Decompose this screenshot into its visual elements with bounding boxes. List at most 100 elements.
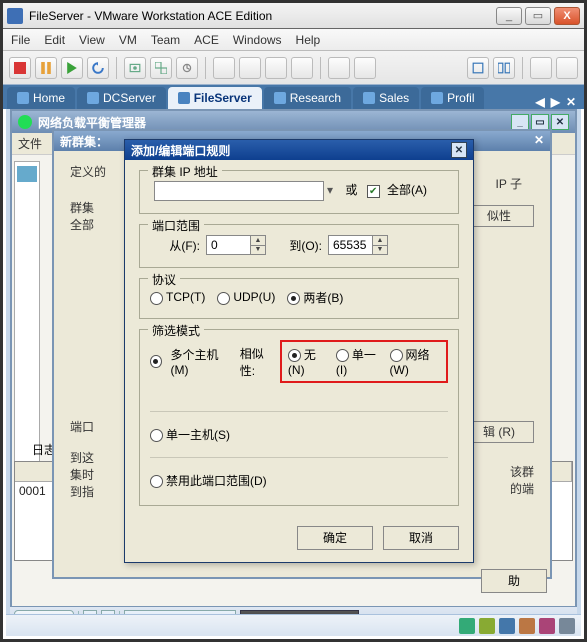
tab-label: Home [33,91,65,105]
affinity-highlight: 无(N) 单一(I) 网络(W) [280,340,448,383]
dropdown-icon[interactable]: ▾ [324,183,336,197]
tb-btn-b[interactable] [239,57,261,79]
cluster-close-icon[interactable]: ✕ [534,133,544,149]
pause-button[interactable] [35,57,57,79]
view-multi-button[interactable] [493,57,515,79]
multi-host-label: 多个主机(M) [171,346,228,377]
disable-range-radio[interactable] [150,475,163,488]
tab-label: Research [290,91,341,105]
play-button[interactable] [61,57,83,79]
snapshot-mgr-button[interactable] [150,57,172,79]
port-dialog-close[interactable]: ✕ [451,142,467,158]
spin-down-icon[interactable]: ▼ [251,246,265,255]
both-radio[interactable] [287,292,300,305]
spin-down-icon[interactable]: ▼ [373,246,387,255]
cluster-similarity-button[interactable]: 似性 [464,205,534,227]
vm-tab-row: Home DCServer FileServer Research Sales … [3,85,584,109]
cluster-right-text2: 的端 [464,480,534,497]
tb-btn-e[interactable] [328,57,350,79]
ok-button[interactable]: 确定 [297,526,373,550]
all-label: 全部(A) [387,183,427,197]
snapshot-button[interactable] [124,57,146,79]
minimize-button[interactable]: _ [496,7,522,25]
tb-btn-a[interactable] [213,57,235,79]
fullscreen-button[interactable] [530,57,552,79]
tb-btn-f[interactable] [354,57,376,79]
vmware-toolbar [3,51,584,85]
tcp-radio[interactable] [150,292,163,305]
status-grab-icon[interactable] [559,618,575,634]
cluster-list-label: 群集 全部 [70,199,126,233]
stop-button[interactable] [9,57,31,79]
tab-fileserver[interactable]: FileServer [168,87,262,109]
to-value: 65535 [329,236,372,254]
menu-vm[interactable]: VM [119,33,137,47]
protocol-legend: 协议 [148,271,180,288]
view-single-button[interactable] [467,57,489,79]
reset-button[interactable] [87,57,109,79]
tb-btn-c[interactable] [265,57,287,79]
menu-windows[interactable]: Windows [233,33,282,47]
menu-team[interactable]: Team [151,33,180,47]
cluster-ip-group: 群集 IP 地址 ▾ 或 ✔ 全部(A) [139,170,459,214]
cluster-ip-legend: 群集 IP 地址 [148,163,222,180]
spin-up-icon[interactable]: ▲ [373,236,387,246]
cluster-ip-field[interactable] [154,181,324,201]
tab-profile[interactable]: Profil [421,87,484,109]
status-cd-icon[interactable] [479,618,495,634]
cluster-title-text: 新群集： [60,133,108,149]
tab-research[interactable]: Research [264,87,351,109]
revert-button[interactable] [176,57,198,79]
affinity-single-radio[interactable] [336,349,349,362]
tab-label: FileServer [194,91,252,105]
to-spinner[interactable]: 65535 ▲▼ [328,235,388,255]
udp-radio[interactable] [217,292,230,305]
from-spinner[interactable]: 0 ▲▼ [206,235,266,255]
nlb-tree-root-icon [17,166,37,182]
vmware-icon [7,8,23,24]
spin-up-icon[interactable]: ▲ [251,236,265,246]
help-button[interactable]: 助 [481,569,547,593]
home-icon [17,92,29,104]
filter-mode-group: 筛选模式 多个主机(M) 相似性: 无(N) 单一(I) 网络(W) 单一主机(… [139,329,459,506]
tab-dcserver[interactable]: DCServer [77,87,166,109]
multi-host-radio[interactable] [150,355,162,368]
menu-edit[interactable]: Edit [44,33,65,47]
status-hdd-icon[interactable] [459,618,475,634]
all-checkbox[interactable]: ✔ [367,185,380,198]
menu-help[interactable]: Help [296,33,321,47]
vmware-status-bar [6,614,581,636]
affinity-network-radio[interactable] [390,349,403,362]
tab-home[interactable]: Home [7,87,75,109]
cluster-right-text1: 该群 [464,463,534,480]
vmware-titlebar: FileServer - VMware Workstation ACE Edit… [3,3,584,29]
tab-nav-right[interactable]: ▶ [551,95,560,109]
cancel-button[interactable]: 取消 [383,526,459,550]
cluster-edit-button[interactable]: 辑 (R) [464,421,534,443]
single-host-label: 单一主机(S) [166,428,230,442]
cluster-right-label: IP 子 [496,175,522,192]
menu-view[interactable]: View [79,33,105,47]
tb-btn-d[interactable] [291,57,313,79]
close-button[interactable]: X [554,7,580,25]
menu-file[interactable]: File [11,33,30,47]
port-dialog-titlebar[interactable]: 添加/编辑端口规则 ✕ [125,140,473,160]
tab-nav-close[interactable]: ✕ [566,95,576,109]
status-sound-icon[interactable] [539,618,555,634]
unity-button[interactable] [556,57,578,79]
protocol-group: 协议 TCP(T) UDP(U) 两者(B) [139,278,459,319]
port-range-legend: 端口范围 [148,217,204,234]
tab-sales[interactable]: Sales [353,87,419,109]
status-net-icon[interactable] [499,618,515,634]
status-usb-icon[interactable] [519,618,535,634]
tab-nav-left[interactable]: ◀ [535,95,544,109]
nlb-maximize[interactable]: ▭ [531,114,549,130]
affinity-none-radio[interactable] [288,349,301,362]
maximize-button[interactable]: ▭ [525,7,551,25]
nlb-close[interactable]: ✕ [551,114,569,130]
single-host-radio[interactable] [150,429,163,442]
nlb-menu-file[interactable]: 文件 [18,135,42,152]
menu-ace[interactable]: ACE [194,33,219,47]
nlb-minimize[interactable]: _ [511,114,529,130]
or-label: 或 [345,183,357,197]
